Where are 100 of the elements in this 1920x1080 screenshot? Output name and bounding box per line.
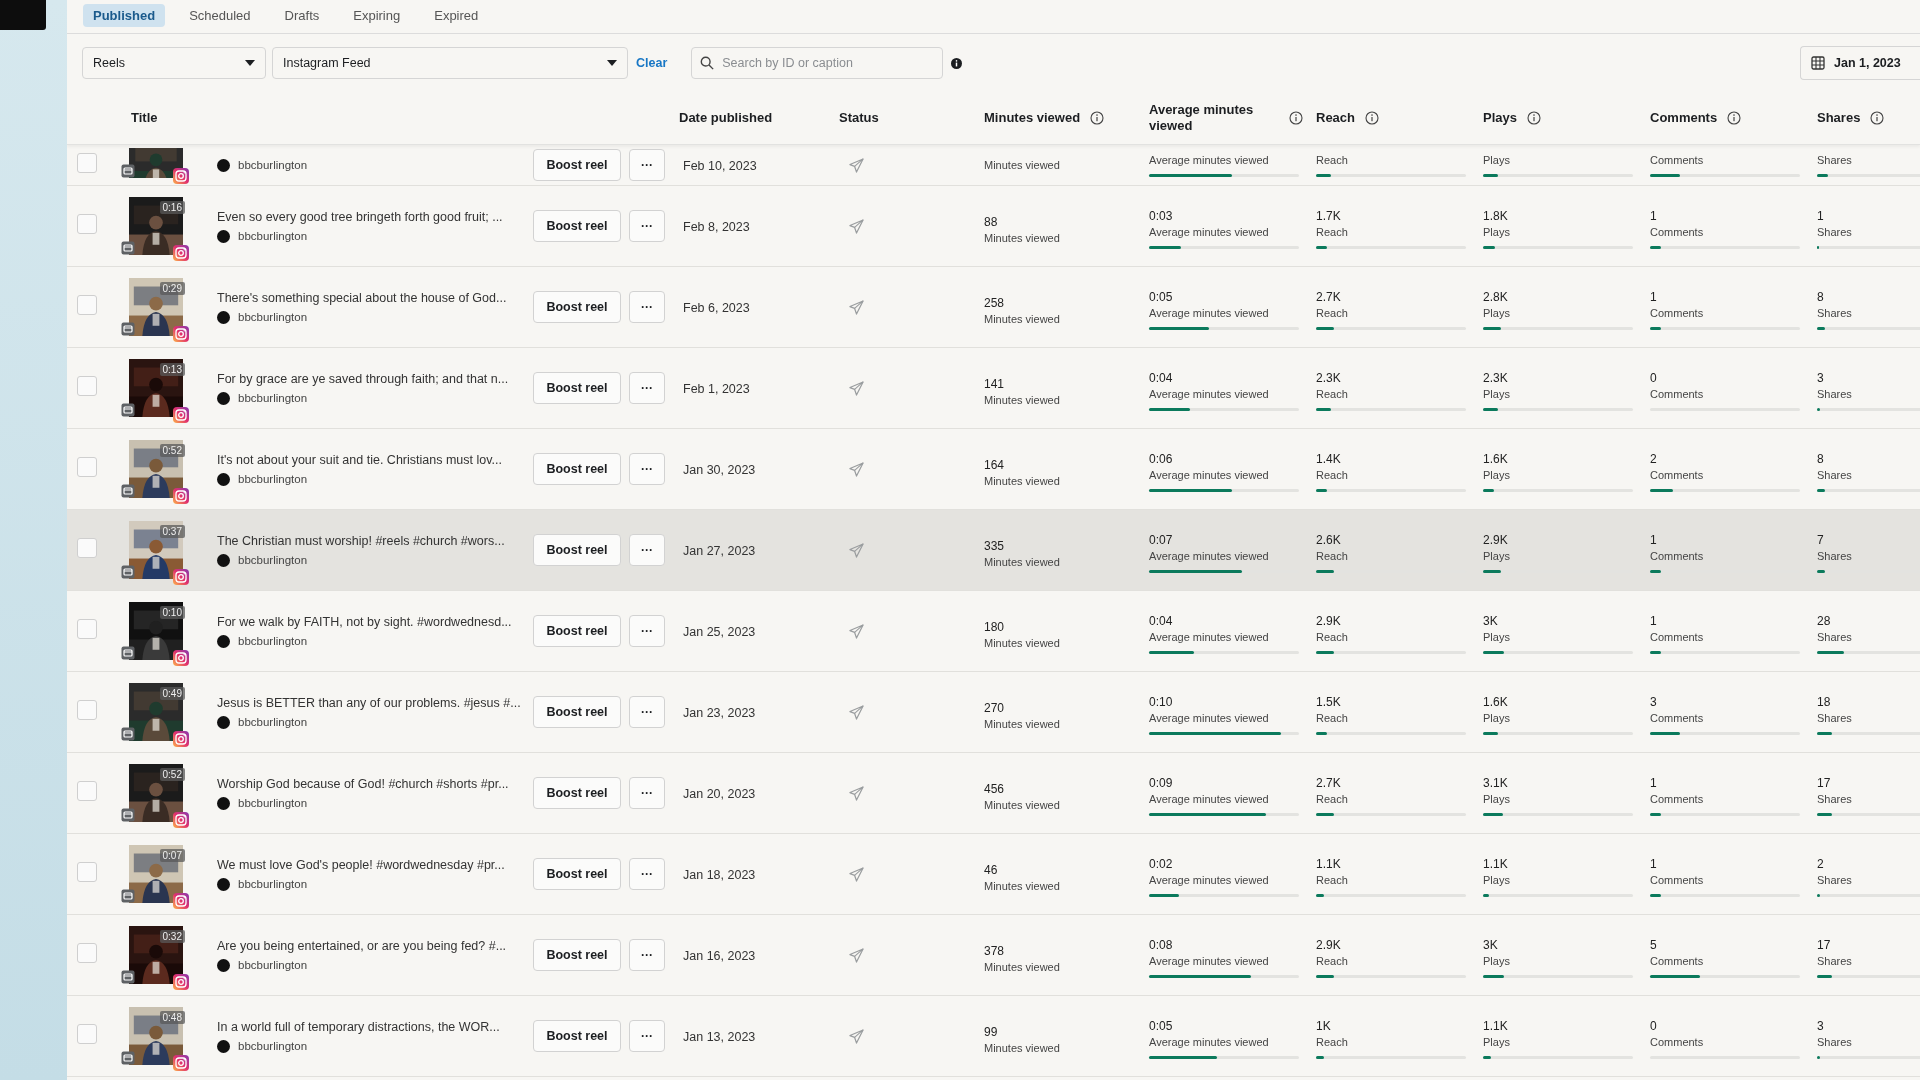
metric-label: Minutes viewed [984,879,1061,892]
more-options-button[interactable]: ··· [629,615,665,647]
metric-label: Minutes viewed [984,555,1061,568]
boost-reel-button[interactable]: Boost reel [533,1020,621,1052]
more-options-button[interactable]: ··· [629,291,665,323]
more-options-button[interactable]: ··· [629,149,665,181]
metric-value: 2.7K [1316,776,1342,790]
reel-caption[interactable]: There's something special about the house of God... [217,290,533,305]
row-checkbox[interactable] [77,376,97,396]
boost-reel-button[interactable]: Boost reel [533,291,621,323]
date-published: Jan 25, 2023 [682,625,756,639]
reel-caption[interactable]: For by grace are ye saved through faith; and that n... [217,371,533,386]
more-options-button[interactable]: ··· [629,696,665,728]
reel-caption[interactable]: Worship God because of God! #church #shorts #pr... [217,776,533,791]
more-options-button[interactable]: ··· [629,858,665,890]
boost-reel-button[interactable]: Boost reel [533,858,621,890]
metric-value: 1.1K [1483,1019,1509,1033]
reel-caption[interactable]: In a world full of temporary distractions, the WOR... [217,1019,533,1034]
more-options-button[interactable]: ··· [629,534,665,566]
metric-label: Plays [1483,631,1511,643]
row-checkbox[interactable] [77,457,97,477]
row-checkbox[interactable] [77,862,97,882]
tab[interactable]: Scheduled [179,4,261,27]
more-options-button[interactable]: ··· [629,777,665,809]
duration-badge: 0:07 [159,849,185,862]
metric-label: Average minutes viewed [1149,793,1270,805]
tab[interactable]: Expiring [343,4,411,27]
metric-label: Reach [1316,469,1349,481]
boost-reel-button[interactable]: Boost reel [533,777,621,809]
row-checkbox[interactable] [77,700,97,720]
reel-icon [121,164,135,178]
metric-label: Shares [1817,955,1853,967]
more-options-button[interactable]: ··· [629,210,665,242]
metric-value: 1 [1650,533,1658,547]
metric-label: Reach [1316,793,1349,805]
metric-label: Reach [1316,153,1349,166]
info-icon[interactable] [1289,111,1303,125]
more-options-button[interactable]: ··· [629,372,665,404]
paper-plane-icon [849,157,864,173]
avatar-icon [217,553,230,567]
boost-reel-button[interactable]: Boost reel [533,372,621,404]
metric-label: Comments [1650,874,1705,886]
reel-caption[interactable]: Are you being entertained, or are you being fed? #... [217,938,533,953]
metric-label: Plays [1483,955,1511,967]
metric-label: Comments [1650,631,1705,643]
search-field[interactable]: Search by ID or caption [691,47,944,79]
reel-caption[interactable]: We must love God's people! #wordwednesday #pr... [217,857,533,872]
row-checkbox[interactable] [77,781,97,801]
metric-value: 17 [1817,938,1832,952]
info-icon[interactable] [951,57,963,69]
clear-link[interactable]: Clear [636,56,668,70]
metric-value: 0:10 [1149,695,1174,709]
content-type-dropdown[interactable]: Reels [82,47,266,79]
tab[interactable]: Published [83,4,166,27]
reel-caption[interactable]: For we walk by FAITH, not by sight. #wordwednesd... [217,614,533,629]
metric-value: 3 [1817,1019,1825,1033]
row-checkbox[interactable] [77,214,97,234]
row-checkbox[interactable] [77,1024,97,1044]
metric-label: Plays [1483,1036,1511,1048]
metric-label: Minutes viewed [984,1041,1061,1054]
info-icon[interactable] [1365,111,1380,125]
boost-reel-button[interactable]: Boost reel [533,210,621,242]
metric-label: Shares [1817,793,1853,805]
metric-value: 1.1K [1316,857,1342,871]
boost-reel-button[interactable]: Boost reel [533,534,621,566]
boost-reel-button[interactable]: Boost reel [533,453,621,485]
info-icon[interactable] [1527,111,1541,125]
metric-value: 1 [1650,776,1658,790]
tab[interactable]: Drafts [274,4,330,27]
info-icon[interactable] [1727,111,1742,125]
account-name: bbcburlington [238,878,308,890]
avatar-icon [217,1039,230,1053]
more-options-button[interactable]: ··· [629,453,665,485]
metric-value: 7 [1817,533,1825,547]
instagram-icon [173,488,189,504]
metric-value: 2.6K [1316,533,1342,547]
more-options-button[interactable]: ··· [629,1020,665,1052]
reel-caption[interactable]: Even so every good tree bringeth forth good fruit; ... [217,209,533,224]
reel-caption[interactable]: Jesus is BETTER than any of our problems. #jesus #... [217,695,533,710]
boost-reel-button[interactable]: Boost reel [533,696,621,728]
row-checkbox[interactable] [77,619,97,639]
avatar-icon [217,229,230,243]
column-label: Plays [1483,109,1517,127]
boost-reel-button[interactable]: Boost reel [533,149,621,181]
placement-dropdown[interactable]: Instagram Feed [272,47,628,79]
reel-caption[interactable]: It's not about your suit and tie. Christians must lov... [217,452,533,467]
more-options-button[interactable]: ··· [629,939,665,971]
caret-icon [607,60,617,66]
boost-reel-button[interactable]: Boost reel [533,939,621,971]
boost-reel-button[interactable]: Boost reel [533,615,621,647]
info-icon[interactable] [1090,111,1105,125]
row-checkbox[interactable] [77,943,97,963]
tab[interactable]: Expired [424,4,489,27]
instagram-icon [173,1055,189,1071]
info-icon[interactable] [1870,111,1885,125]
row-checkbox[interactable] [77,153,97,173]
date-range-button[interactable]: Jan 1, 2023 [1800,46,1920,80]
reel-caption[interactable]: The Christian must worship! #reels #church #wors... [217,533,533,548]
row-checkbox[interactable] [77,295,97,315]
row-checkbox[interactable] [77,538,97,558]
